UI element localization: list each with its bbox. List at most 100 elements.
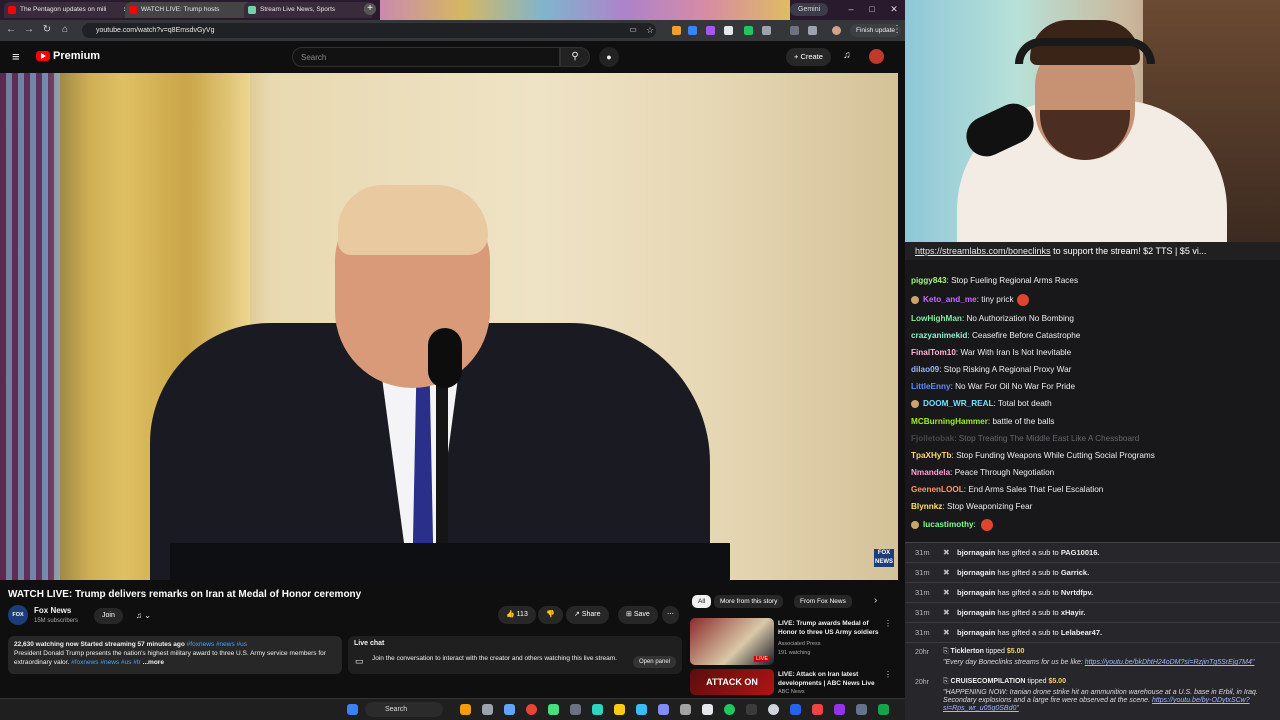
taskbar-app-icon[interactable]	[834, 704, 845, 715]
close-window-icon[interactable]: ✕	[886, 2, 902, 16]
chat-username[interactable]: FinalTom10	[911, 348, 956, 357]
browser-tab-pentagon[interactable]: The Pentagon updates on mili ×	[4, 2, 132, 18]
chat-username[interactable]: Fjolletobak	[911, 434, 954, 443]
address-bar[interactable]: youtube.com/watch?v=q8EmsdvGyVg	[82, 23, 656, 38]
taskbar-app-icon[interactable]	[856, 704, 867, 715]
chat-username[interactable]: LittleEnny	[911, 382, 951, 391]
chrome-icon[interactable]	[526, 704, 537, 715]
chat-username[interactable]: crazyanimekid	[911, 331, 967, 340]
extension-icon[interactable]	[706, 26, 715, 35]
search-input[interactable]: Search	[292, 47, 560, 67]
notifications-bell-icon[interactable]: ♫	[840, 49, 854, 63]
bookmark-star-icon[interactable]: ☆	[643, 23, 657, 37]
browser-menu-icon[interactable]: ⋮	[890, 23, 904, 37]
join-button[interactable]: Join	[94, 608, 123, 624]
save-button[interactable]: ⊞ Save	[618, 606, 658, 624]
tip-link[interactable]: https://youtu.be/bkDhtH24oDM?si=RzjinTg5…	[1085, 659, 1255, 666]
extension-icon[interactable]	[744, 26, 753, 35]
youtube-logo-icon[interactable]	[36, 51, 50, 61]
chat-username[interactable]: Keto_and_me	[923, 295, 977, 304]
chat-username[interactable]: LowHighMan	[911, 314, 962, 323]
dislike-icon[interactable]: 👎	[538, 606, 563, 624]
chat-username[interactable]: Blynnkz	[911, 502, 942, 511]
related-video-menu-icon[interactable]: ⋮	[884, 619, 892, 628]
browser-tab-watch-live[interactable]: WATCH LIVE: Trump hosts ×	[125, 2, 253, 18]
microphone-icon[interactable]: ●	[599, 47, 619, 67]
taskbar-search-input[interactable]: Search	[365, 702, 443, 717]
streamlabs-link[interactable]: https://streamlabs.com/boneclinks	[905, 246, 1051, 256]
chip-all[interactable]: All	[692, 595, 712, 608]
like-button[interactable]: 👍 113	[498, 606, 536, 624]
new-tab-button[interactable]: +	[364, 3, 376, 15]
taskbar-app-icon[interactable]	[746, 704, 757, 715]
search-icon[interactable]: ⚲	[560, 47, 590, 67]
extension-icon[interactable]	[672, 26, 681, 35]
share-button[interactable]: ↗ Share	[566, 606, 609, 624]
channel-name[interactable]: Fox News	[34, 606, 71, 615]
taskbar-app-icon[interactable]	[680, 704, 691, 715]
chat-username[interactable]: Nmandela	[911, 468, 950, 477]
related-video-thumbnail[interactable]: ATTACK ON	[690, 669, 774, 695]
chat-username[interactable]: piggy843	[911, 276, 947, 285]
minimize-icon[interactable]: –	[843, 2, 859, 16]
maximize-icon[interactable]: □	[864, 2, 880, 16]
taskbar-app-icon[interactable]	[504, 704, 515, 715]
create-button[interactable]: + Create	[786, 48, 831, 66]
browser-tab-stream-live-news[interactable]: Stream Live News, Sports ×	[244, 2, 372, 18]
taskbar-app-icon[interactable]	[812, 704, 823, 715]
home-icon[interactable]: ⌂	[58, 23, 72, 37]
description-hashtags[interactable]: #foxnews #news #us #tr	[71, 659, 141, 666]
open-panel-button[interactable]: Open panel	[632, 656, 676, 668]
obs-icon[interactable]	[768, 704, 779, 715]
like-count: 113	[516, 611, 528, 618]
back-icon[interactable]: ←	[4, 23, 18, 37]
related-video-menu-icon[interactable]: ⋮	[884, 670, 892, 679]
chat-username[interactable]: GeenenLOOL	[911, 485, 964, 494]
subscribed-bell-icon[interactable]: ♫ ⌄	[130, 608, 157, 624]
taskbar-app-icon[interactable]	[548, 704, 559, 715]
extension-icon[interactable]	[688, 26, 697, 35]
chat-username[interactable]: dilao09	[911, 365, 939, 374]
taskbar-app-icon[interactable]	[592, 704, 603, 715]
hamburger-menu-icon[interactable]: ≡	[12, 50, 26, 64]
chat-username[interactable]: DOOM_WR_REAL	[923, 399, 994, 408]
extension-icon[interactable]	[724, 26, 733, 35]
related-video-title[interactable]: LIVE: Trump awards Medal of Honor to thr…	[778, 619, 886, 637]
chip-from-fox-news[interactable]: From Fox News	[794, 595, 852, 608]
extensions-puzzle-icon[interactable]	[762, 26, 771, 35]
video-description[interactable]: 22,630 watching now Started streaming 57…	[8, 636, 342, 674]
gemini-button[interactable]: Gemini	[790, 3, 829, 16]
more-actions-icon[interactable]: ⋯	[662, 606, 679, 624]
video-player[interactable]: FOX NEWS	[0, 73, 898, 580]
download-icon[interactable]	[808, 26, 817, 35]
forward-icon[interactable]: →	[22, 23, 36, 37]
chat-username[interactable]: TpaXHyTb	[911, 451, 952, 460]
taskbar-app-icon[interactable]	[702, 704, 713, 715]
show-more-link[interactable]: ...more	[143, 659, 164, 666]
spotify-icon[interactable]	[724, 704, 735, 715]
related-video-title[interactable]: LIVE: Attack on Iran latest developments…	[778, 670, 886, 688]
chip-more-from-this-story[interactable]: More from this story	[714, 595, 784, 608]
taskbar-app-icon[interactable]	[878, 704, 889, 715]
file-explorer-icon[interactable]	[614, 704, 625, 715]
description-hashtags[interactable]: #foxnews #news #us	[187, 641, 247, 648]
account-avatar[interactable]	[869, 49, 884, 64]
taskbar-app-icon[interactable]	[790, 704, 801, 715]
related-video-thumbnail[interactable]: LIVE	[690, 618, 774, 665]
cast-icon[interactable]: ▭	[626, 23, 640, 37]
taskbar-app-icon[interactable]	[482, 704, 493, 715]
channel-avatar[interactable]: FOX	[8, 605, 28, 625]
profile-avatar-icon[interactable]	[832, 26, 841, 35]
sidebar-icon[interactable]	[790, 26, 799, 35]
taskbar-app-icon[interactable]	[570, 704, 581, 715]
windows-start-icon[interactable]	[347, 704, 358, 715]
chat-username[interactable]: lucastimothy	[923, 520, 974, 529]
taskbar-app-icon[interactable]	[636, 704, 647, 715]
chat-username[interactable]: MCBurningHammer	[911, 417, 988, 426]
chevron-right-icon[interactable]: ›	[874, 595, 877, 606]
reload-icon[interactable]: ↻	[40, 23, 54, 37]
discord-icon[interactable]	[658, 704, 669, 715]
youtube-premium-label[interactable]: Premium	[53, 50, 100, 62]
tip-header: ⎘ CRUISECOMPILATION tipped $5.00	[943, 678, 1066, 686]
taskbar-app-icon[interactable]	[460, 704, 471, 715]
